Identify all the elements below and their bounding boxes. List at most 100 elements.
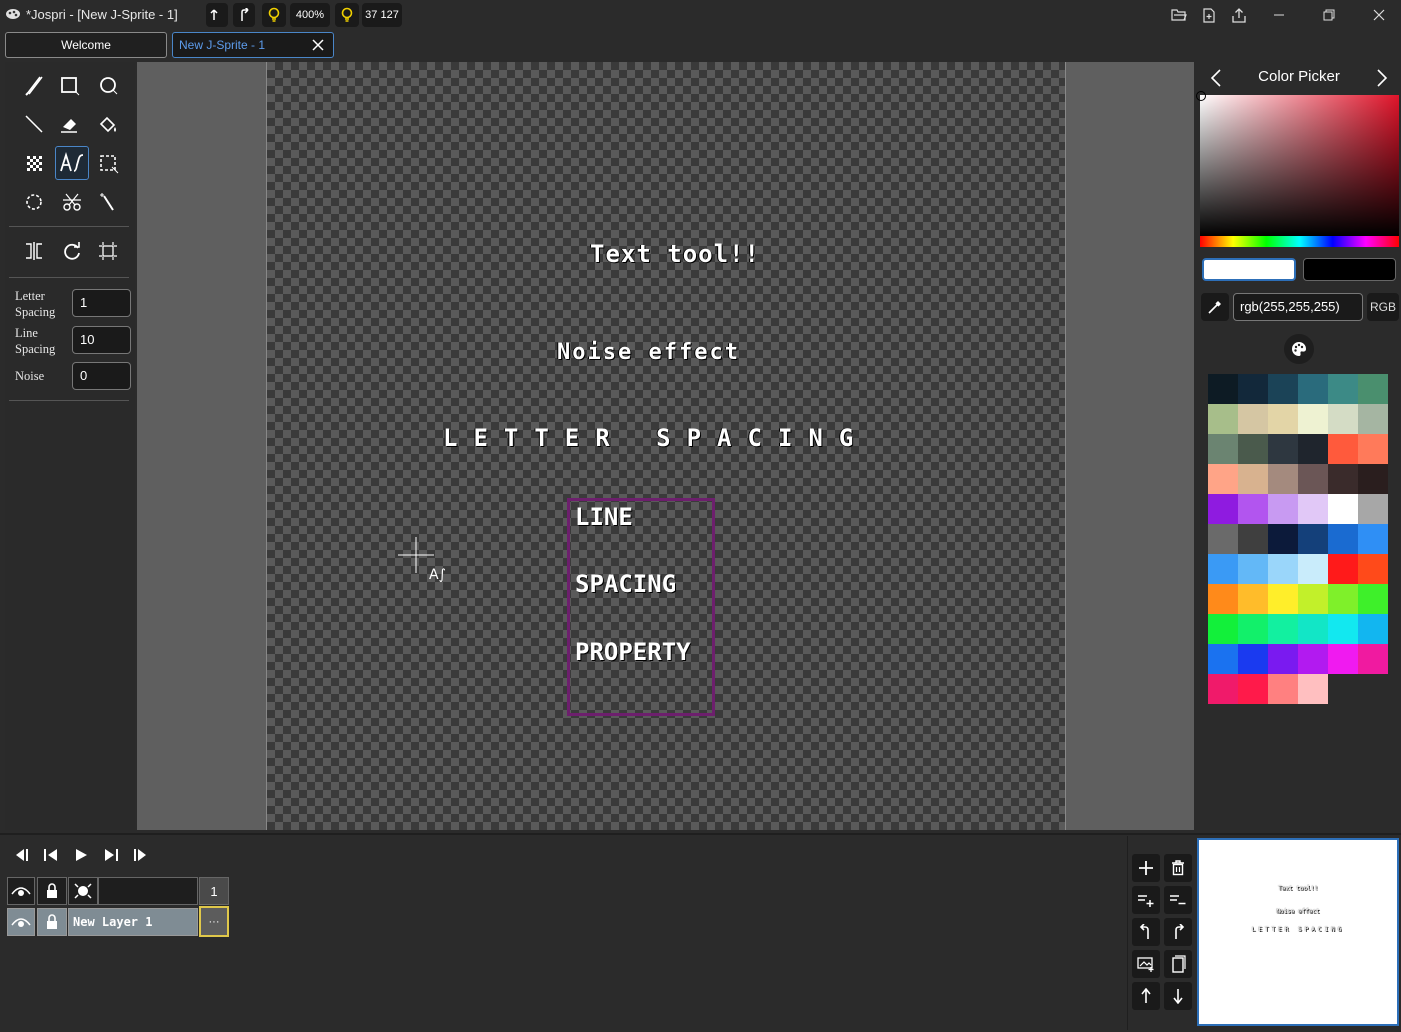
eyedropper-button[interactable] (1201, 293, 1229, 321)
rectangle-tool[interactable] (52, 68, 86, 102)
palette-swatch[interactable] (1238, 644, 1268, 674)
palette-swatch[interactable] (1298, 494, 1328, 524)
palette-swatch[interactable] (1208, 614, 1238, 644)
color-value-input[interactable]: rgb(255,255,255) (1233, 293, 1363, 321)
layer-name[interactable]: New Layer 1 (68, 908, 198, 936)
delete-layer-button[interactable] (1164, 854, 1192, 882)
palette-swatch[interactable] (1268, 524, 1298, 554)
letter-spacing-input[interactable]: 1 (72, 289, 131, 317)
redo-button[interactable] (233, 3, 255, 27)
palette-swatch[interactable] (1328, 374, 1358, 404)
layer-lock-button[interactable] (37, 908, 67, 936)
palette-swatch[interactable] (1268, 464, 1298, 494)
secondary-color-swatch[interactable] (1303, 258, 1396, 281)
cut-tool[interactable] (55, 185, 89, 219)
palette-button[interactable] (1284, 334, 1314, 364)
close-icon[interactable] (311, 38, 325, 52)
palette-swatch[interactable] (1238, 614, 1268, 644)
text-tool[interactable] (55, 146, 89, 180)
pencil-tool[interactable] (17, 68, 51, 102)
palette-swatch[interactable] (1268, 644, 1298, 674)
palette-swatch[interactable] (1268, 584, 1298, 614)
palette-swatch[interactable] (1298, 374, 1328, 404)
rect-select-tool[interactable] (91, 146, 125, 180)
palette-swatch[interactable] (1238, 524, 1268, 554)
layer-frame-cell[interactable]: ··· (199, 906, 229, 937)
palette-swatch[interactable] (1358, 524, 1388, 554)
tab-new-sprite[interactable]: New J-Sprite - 1 (172, 32, 334, 58)
palette-swatch[interactable] (1208, 644, 1238, 674)
palette-swatch[interactable] (1328, 644, 1358, 674)
fill-tool[interactable] (91, 107, 125, 141)
palette-swatch[interactable] (1268, 404, 1298, 434)
palette-swatch[interactable] (1328, 524, 1358, 554)
ellipse-tool[interactable] (91, 68, 125, 102)
palette-swatch[interactable] (1238, 464, 1268, 494)
next-frame-button[interactable] (100, 844, 122, 866)
palette-swatch[interactable] (1358, 644, 1388, 674)
palette-swatch[interactable] (1268, 674, 1298, 704)
palette-swatch[interactable] (1358, 374, 1388, 404)
close-window-button[interactable] (1368, 4, 1390, 26)
palette-swatch[interactable] (1238, 494, 1268, 524)
palette-swatch[interactable] (1268, 494, 1298, 524)
add-layer-button[interactable] (1132, 854, 1160, 882)
move-layer-up-left-button[interactable] (1132, 918, 1160, 946)
palette-swatch[interactable] (1298, 584, 1328, 614)
eraser-tool[interactable] (52, 107, 86, 141)
palette-swatch[interactable] (1268, 374, 1298, 404)
palette-swatch[interactable] (1328, 554, 1358, 584)
sprite-canvas[interactable]: Text tool!! Noise effect LETTER SPACING … (266, 62, 1066, 830)
add-frame-button[interactable] (1132, 886, 1160, 914)
palette-swatch[interactable] (1298, 464, 1328, 494)
canvas-viewport[interactable]: Text tool!! Noise effect LETTER SPACING … (137, 62, 1194, 830)
line-tool[interactable] (17, 107, 51, 141)
move-layer-up-right-button[interactable] (1164, 918, 1192, 946)
palette-swatch[interactable] (1208, 494, 1238, 524)
dither-tool[interactable] (17, 146, 51, 180)
palette-swatch[interactable] (1328, 614, 1358, 644)
palette-swatch[interactable] (1298, 554, 1328, 584)
palette-swatch[interactable] (1328, 464, 1358, 494)
zoom-toggle-button[interactable] (262, 3, 286, 27)
palette-swatch[interactable] (1298, 644, 1328, 674)
palette-swatch[interactable] (1358, 494, 1388, 524)
sprite-preview[interactable]: Text tool!! Noise effect LETTER SPACING (1197, 838, 1399, 1026)
resize-tool[interactable] (91, 234, 125, 268)
palette-swatch[interactable] (1328, 494, 1358, 524)
palette-swatch[interactable] (1298, 674, 1328, 704)
remove-frame-button[interactable] (1164, 886, 1192, 914)
palette-swatch[interactable] (1238, 554, 1268, 584)
hue-slider[interactable] (1200, 236, 1399, 247)
magic-wand-tool[interactable] (91, 185, 125, 219)
coords-toggle-button[interactable] (335, 3, 359, 27)
onion-skin-button[interactable] (68, 877, 98, 905)
palette-swatch[interactable] (1208, 464, 1238, 494)
primary-color-swatch[interactable] (1202, 258, 1296, 281)
palette-swatch[interactable] (1358, 434, 1388, 464)
open-file-button[interactable] (1168, 4, 1190, 26)
palette-swatch[interactable] (1268, 554, 1298, 584)
first-frame-button[interactable] (9, 844, 31, 866)
palette-swatch[interactable] (1358, 464, 1388, 494)
palette-swatch[interactable] (1328, 404, 1358, 434)
toggle-all-visibility-button[interactable] (7, 877, 35, 905)
chevron-right-icon[interactable] (1375, 68, 1389, 88)
palette-swatch[interactable] (1298, 614, 1328, 644)
palette-swatch[interactable] (1268, 434, 1298, 464)
noise-input[interactable]: 0 (72, 362, 131, 390)
lock-all-button[interactable] (37, 877, 67, 905)
palette-swatch[interactable] (1238, 434, 1268, 464)
color-mode-button[interactable]: RGB (1367, 293, 1399, 321)
maximize-button[interactable] (1318, 4, 1340, 26)
move-up-button[interactable] (1132, 982, 1160, 1010)
palette-swatch[interactable] (1358, 404, 1388, 434)
export-button[interactable] (1228, 4, 1250, 26)
lasso-select-tool[interactable] (17, 185, 51, 219)
palette-swatch[interactable] (1208, 434, 1238, 464)
undo-button[interactable] (206, 3, 228, 27)
play-button[interactable] (70, 844, 92, 866)
palette-swatch[interactable] (1208, 554, 1238, 584)
palette-swatch[interactable] (1208, 404, 1238, 434)
palette-swatch[interactable] (1238, 374, 1268, 404)
